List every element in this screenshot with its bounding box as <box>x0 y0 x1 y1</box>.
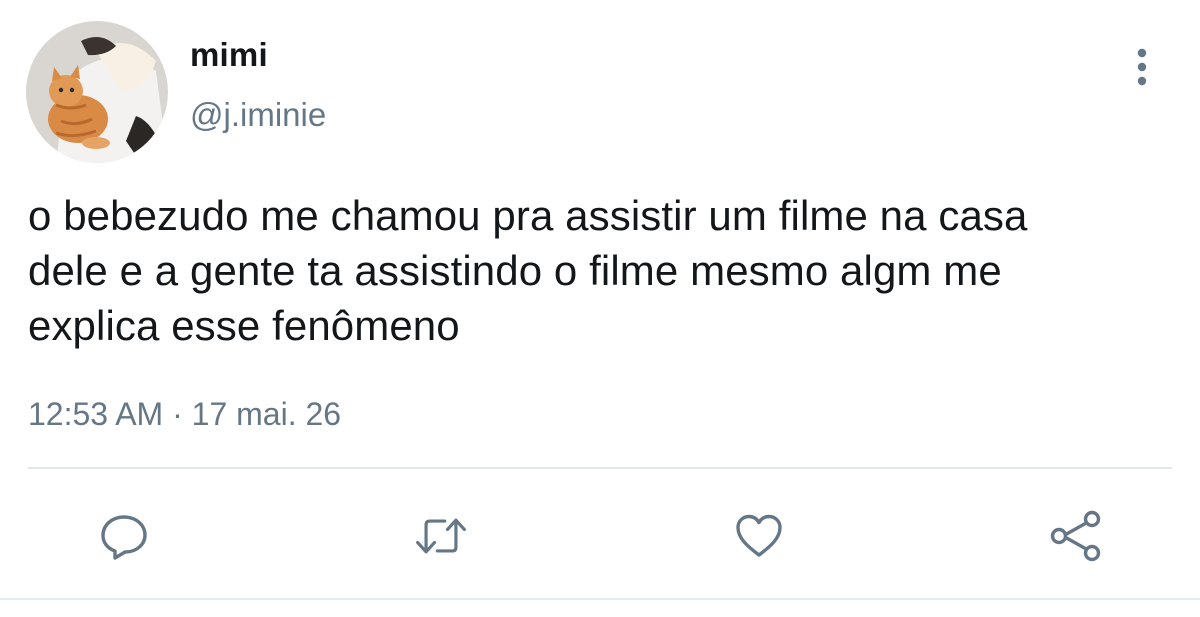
avatar[interactable] <box>26 21 168 163</box>
heart-icon <box>736 514 782 557</box>
avatar-photo <box>26 21 168 163</box>
tweet-text: o bebezudo me chamou pra assistir um fil… <box>28 192 1028 349</box>
divider <box>28 467 1172 469</box>
retweet-button[interactable] <box>413 508 469 564</box>
bottom-divider <box>0 598 1200 600</box>
share-button[interactable] <box>1048 508 1104 564</box>
tweet-card: mimi @j.iminie o bebezudo me chamou pra … <box>0 0 1200 617</box>
display-name[interactable]: mimi <box>190 36 268 74</box>
reply-button[interactable] <box>96 508 152 564</box>
tweet-time: 12:53 AM <box>28 396 164 432</box>
like-button[interactable] <box>731 508 787 564</box>
share-icon <box>1050 510 1101 562</box>
meta-separator: · <box>172 396 183 432</box>
more-vertical-icon <box>1137 48 1147 86</box>
retweet-icon <box>416 518 466 554</box>
reply-icon <box>101 515 147 560</box>
more-options-button[interactable] <box>1122 46 1162 92</box>
tweet-date: 17 mai. 26 <box>191 396 342 432</box>
tweet-timestamp[interactable]: 12:53 AM · 17 mai. 26 <box>28 396 341 433</box>
user-handle[interactable]: @j.iminie <box>190 96 326 134</box>
